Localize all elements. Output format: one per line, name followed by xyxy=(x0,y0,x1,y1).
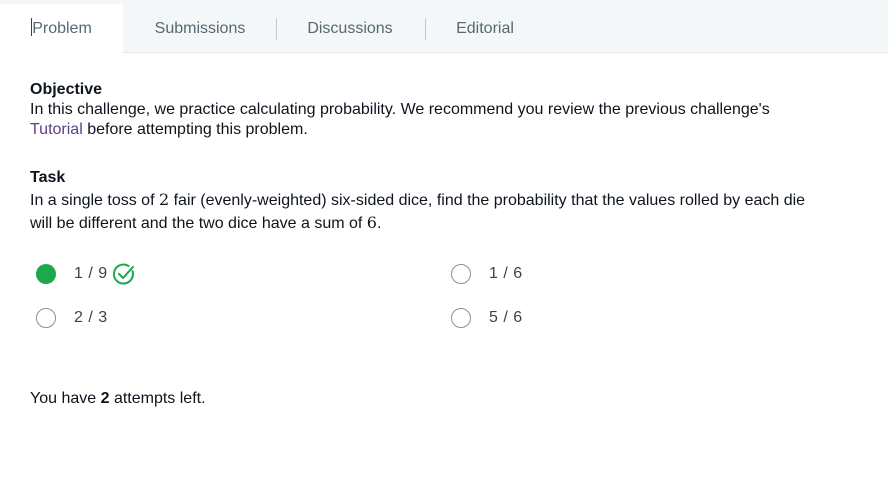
tab-submissions-label: Submissions xyxy=(154,20,246,37)
radio-unselected[interactable] xyxy=(451,264,471,284)
target-sum: 6 xyxy=(366,213,377,232)
attempts-count: 2 xyxy=(100,390,110,407)
tutorial-link[interactable]: Tutorial xyxy=(30,121,83,138)
option-label: 1 / 9 xyxy=(74,265,108,282)
task-heading: Task xyxy=(30,169,66,186)
objective-text-start: In this challenge, we practice calculati… xyxy=(30,101,770,118)
task-text: In a single toss of 2 fair (evenly-weigh… xyxy=(30,189,860,235)
option-1-6[interactable]: 1 / 6 xyxy=(451,262,523,286)
tab-editorial[interactable]: Editorial xyxy=(442,4,528,54)
option-label: 2 / 3 xyxy=(74,309,108,326)
objective-text-end: before attempting this problem. xyxy=(82,121,308,138)
option-label: 1 / 6 xyxy=(489,265,523,282)
tab-problem-label: Problem xyxy=(32,20,92,37)
tab-discussions-label: Discussions xyxy=(307,20,393,37)
dice-count: 2 xyxy=(158,190,170,209)
tab-submissions[interactable]: Submissions xyxy=(140,4,260,54)
option-1-9[interactable]: 1 / 9 xyxy=(36,262,136,286)
objective-heading: Objective xyxy=(30,81,103,98)
tab-editorial-label: Editorial xyxy=(456,20,514,37)
objective-text: In this challenge, we practice calculati… xyxy=(30,100,860,140)
radio-unselected[interactable] xyxy=(451,308,471,328)
check-circle-icon xyxy=(112,263,134,285)
tab-divider xyxy=(276,18,277,40)
attempts-prefix: You have xyxy=(30,390,101,407)
task-text-part: . xyxy=(376,215,382,232)
task-text-part: fair (evenly-weighted) six-sided dice, f… xyxy=(169,192,806,209)
task-text-part: will be different and the two dice have … xyxy=(30,215,367,232)
task-text-part: In a single toss of xyxy=(30,192,159,209)
option-label: 5 / 6 xyxy=(489,309,523,326)
attempts-left-text: You have 2 attempts left. xyxy=(30,390,206,408)
tab-bar: Problem Submissions Discussions Editoria… xyxy=(0,0,888,54)
option-5-6[interactable]: 5 / 6 xyxy=(451,306,523,330)
attempts-suffix: attempts left. xyxy=(109,390,206,407)
radio-selected[interactable] xyxy=(36,264,56,284)
tab-divider xyxy=(425,18,426,40)
tab-discussions[interactable]: Discussions xyxy=(292,4,408,54)
radio-unselected[interactable] xyxy=(36,308,56,328)
option-2-3[interactable]: 2 / 3 xyxy=(36,306,108,330)
tab-problem[interactable]: Problem xyxy=(0,4,123,54)
